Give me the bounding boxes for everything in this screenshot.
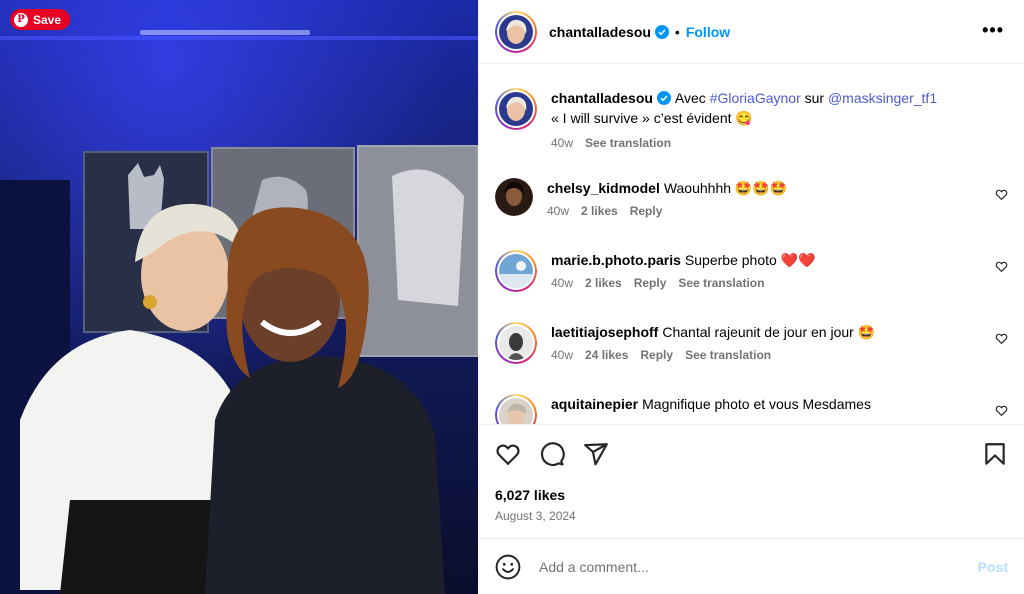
commenter-avatar[interactable] (495, 322, 537, 364)
comment-body: chelsy_kidmodel Waouhhhh 🤩🤩🤩 40w 2 likes … (547, 178, 1008, 218)
likes-count[interactable]: 6,027 likes (495, 487, 565, 503)
caption-avatar[interactable] (495, 88, 537, 130)
comment-username[interactable]: chelsy_kidmodel (547, 180, 660, 196)
comment-likes[interactable]: 2 likes (585, 276, 622, 290)
comment-like-heart-icon[interactable] (995, 260, 1008, 273)
comment-likes[interactable]: 24 likes (585, 348, 628, 362)
caption-meta: 40w See translation (551, 136, 1008, 150)
comment-like-heart-icon[interactable] (995, 404, 1008, 417)
caption-time: 40w (551, 136, 574, 150)
separator-dot: • (674, 23, 680, 40)
reply-button[interactable]: Reply (630, 204, 663, 218)
more-options-icon[interactable]: ••• (982, 20, 1004, 41)
caption-line-2: « I will survive » c’est évident 😋 (551, 110, 753, 126)
comment-icon[interactable] (539, 441, 565, 467)
author-avatar[interactable] (495, 10, 537, 53)
see-translation-link[interactable]: See translation (685, 348, 771, 362)
caption-username[interactable]: chantalladesou (551, 90, 653, 106)
comment-item: aquitainepier Magnifique photo et vous Me… (495, 394, 1008, 424)
comment-message: Superbe photo ❤️❤️ (684, 252, 816, 268)
comment-username[interactable]: laetitiajosephoff (551, 324, 658, 340)
comment-like-heart-icon[interactable] (995, 332, 1008, 345)
caption-row: chantalladesou Avec #GloriaGaynor sur @ma… (495, 88, 1008, 150)
comment-time: 40w (551, 276, 574, 290)
verified-badge-icon (656, 91, 671, 105)
comment-text: laetitiajosephoff Chantal rajeunit de jou… (551, 322, 1008, 342)
author-username[interactable]: chantalladesou (549, 24, 651, 40)
comment-meta: 40w 2 likes Reply See translation (551, 276, 1008, 290)
comment-message: Waouhhhh 🤩🤩🤩 (663, 180, 788, 196)
caption-prefix: Avec (674, 90, 710, 106)
pinterest-icon: P (14, 12, 28, 27)
comment-likes[interactable]: 2 likes (581, 204, 618, 218)
post-photo[interactable]: P Save (0, 0, 478, 594)
comment-meta: 40w 24 likes Reply See translation (551, 348, 1008, 362)
caption-line-1: chantalladesou Avec #GloriaGaynor sur @ma… (551, 88, 1008, 108)
post-comment-button[interactable]: Post (978, 559, 1008, 575)
comment-text: marie.b.photo.paris Superbe photo ❤️❤️ (551, 250, 1008, 270)
emoji-icon[interactable] (495, 554, 521, 580)
verified-badge-icon (654, 24, 669, 39)
save-button-label: Save (33, 12, 62, 27)
comments-list[interactable]: chantalladesou Avec #GloriaGaynor sur @ma… (479, 64, 1024, 424)
comment-body: laetitiajosephoff Chantal rajeunit de jou… (551, 322, 1008, 364)
comment-item: chelsy_kidmodel Waouhhhh 🤩🤩🤩 40w 2 likes … (495, 178, 1008, 218)
mention-link[interactable]: @masksinger_tf1 (828, 90, 937, 106)
comment-item: laetitiajosephoff Chantal rajeunit de jou… (495, 322, 1008, 364)
photo-illustration (0, 0, 478, 594)
comment-username[interactable]: marie.b.photo.paris (551, 252, 681, 268)
follow-button[interactable]: Follow (686, 24, 730, 40)
comment-time: 40w (551, 348, 574, 362)
bookmark-button[interactable] (982, 441, 1008, 472)
comment-body: aquitainepier Magnifique photo et vous Me… (551, 394, 1008, 424)
bookmark-icon[interactable] (982, 441, 1008, 467)
commenter-avatar[interactable] (495, 178, 533, 216)
comment-item: marie.b.photo.paris Superbe photo ❤️❤️ 40… (495, 250, 1008, 292)
see-translation-link[interactable]: See translation (585, 136, 671, 150)
comment-message: Chantal rajeunit de jour en jour 🤩 (662, 324, 876, 340)
comment-message: Magnifique photo et vous Mesdames (642, 396, 871, 412)
comment-composer: Post (479, 538, 1024, 594)
heart-icon[interactable] (495, 441, 521, 467)
comment-username[interactable]: aquitainepier (551, 396, 638, 412)
action-icons (495, 441, 609, 467)
comment-body: marie.b.photo.paris Superbe photo ❤️❤️ 40… (551, 250, 1008, 292)
post-side-panel: chantalladesou • Follow ••• chantallades… (478, 0, 1024, 594)
comment-meta: 40w 2 likes Reply (547, 204, 1008, 218)
post-actions: 6,027 likes August 3, 2024 (479, 424, 1024, 538)
comment-text: chelsy_kidmodel Waouhhhh 🤩🤩🤩 (547, 178, 1008, 198)
post-date[interactable]: August 3, 2024 (495, 509, 576, 523)
hashtag-link[interactable]: #GloriaGaynor (710, 90, 801, 106)
comment-time: 40w (547, 204, 570, 218)
commenter-avatar[interactable] (495, 250, 537, 292)
comment-input[interactable] (539, 558, 978, 575)
share-icon[interactable] (583, 441, 609, 467)
comment-like-heart-icon[interactable] (995, 188, 1008, 201)
see-translation-link[interactable]: See translation (678, 276, 764, 290)
caption-body: chantalladesou Avec #GloriaGaynor sur @ma… (551, 88, 1008, 150)
pinterest-save-button[interactable]: P Save (10, 9, 71, 30)
reply-button[interactable]: Reply (640, 348, 673, 362)
caption-middle: sur (800, 90, 828, 106)
post-header: chantalladesou • Follow ••• (479, 0, 1024, 64)
post-viewer: P Save chantalladesou • Follow ••• chant… (0, 0, 1024, 594)
commenter-avatar[interactable] (495, 394, 537, 424)
comment-text: aquitainepier Magnifique photo et vous Me… (551, 394, 1008, 414)
reply-button[interactable]: Reply (634, 276, 667, 290)
